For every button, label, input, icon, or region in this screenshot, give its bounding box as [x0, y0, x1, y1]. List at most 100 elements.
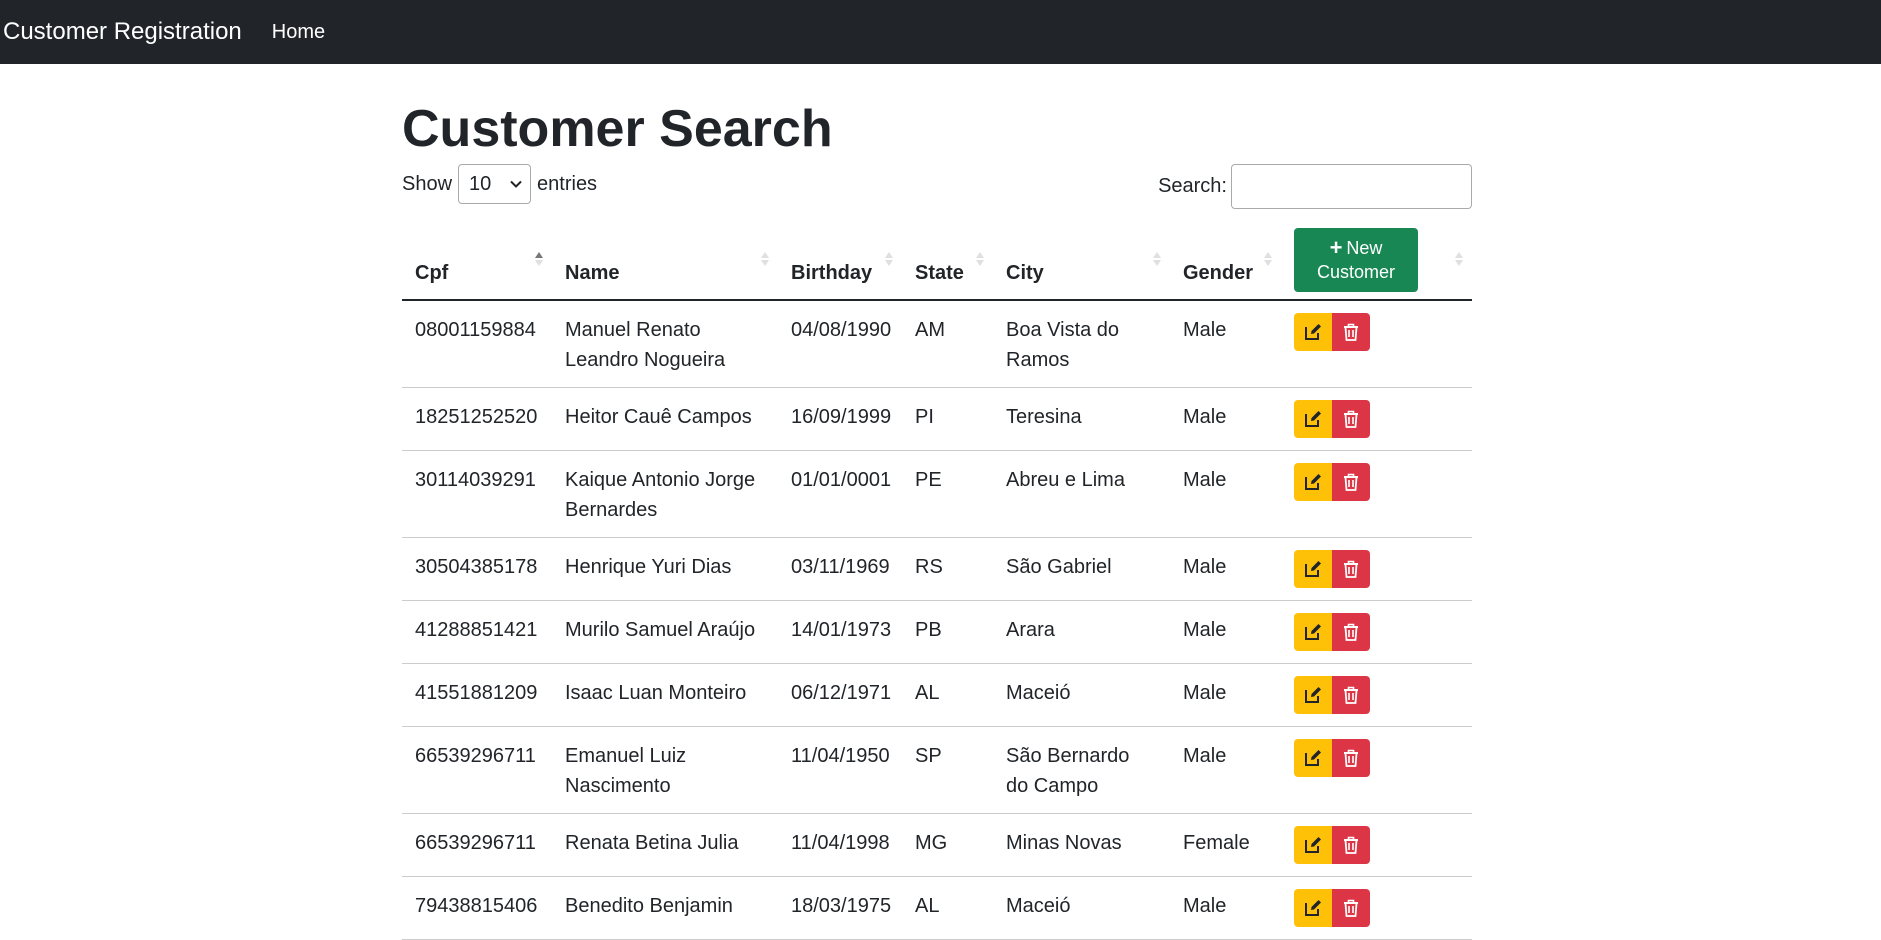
cell-birthday: 11/04/1950 — [778, 726, 902, 814]
delete-button[interactable] — [1332, 889, 1370, 927]
cell-city: Maceió — [993, 876, 1170, 940]
cell-gender: Female — [1170, 813, 1281, 877]
cell-actions — [1281, 663, 1472, 727]
column-header-cpf[interactable]: Cpf — [402, 221, 552, 301]
column-header-label: Gender — [1183, 262, 1254, 284]
sort-icon — [1455, 252, 1463, 266]
cell-gender: Male — [1170, 726, 1281, 814]
column-header-gender[interactable]: Gender — [1170, 221, 1281, 301]
edit-button[interactable] — [1294, 550, 1332, 588]
cell-birthday: 18/03/1975 — [778, 876, 902, 940]
cell-name: Kaique Antonio Jorge Bernardes — [552, 450, 778, 538]
cell-city: Abreu e Lima — [993, 450, 1170, 538]
delete-button[interactable] — [1332, 550, 1370, 588]
cell-actions — [1281, 813, 1472, 877]
table-row: 30504385178 Henrique Yuri Dias 03/11/196… — [402, 537, 1472, 601]
trash-icon — [1344, 836, 1358, 854]
edit-button[interactable] — [1294, 463, 1332, 501]
sort-icon — [1153, 252, 1161, 266]
cell-name: Manuel Renato Leandro Nogueira — [552, 300, 778, 388]
cell-state: MG — [902, 813, 993, 877]
table-row: 08001159884 Manuel Renato Leandro Noguei… — [402, 300, 1472, 388]
edit-button[interactable] — [1294, 826, 1332, 864]
new-customer-button[interactable]: + New Customer — [1294, 228, 1418, 292]
cell-name: Isaac Luan Monteiro — [552, 663, 778, 727]
entries-label: entries — [537, 172, 598, 195]
navbar-brand[interactable]: Customer Registration — [3, 18, 242, 46]
cell-city: Arara — [993, 600, 1170, 664]
cell-actions — [1281, 600, 1472, 664]
edit-button[interactable] — [1294, 400, 1332, 438]
entries-select[interactable]: 10 — [458, 164, 532, 204]
delete-button[interactable] — [1332, 826, 1370, 864]
delete-button[interactable] — [1332, 313, 1370, 351]
cell-cpf: 66539296711 — [402, 813, 552, 877]
trash-icon — [1344, 623, 1358, 641]
cell-name: Murilo Samuel Araújo — [552, 600, 778, 664]
cell-state: SP — [902, 726, 993, 814]
plus-icon: + — [1329, 235, 1343, 260]
show-label: Show — [402, 172, 453, 195]
edit-icon — [1305, 561, 1321, 577]
column-header-city[interactable]: City — [993, 221, 1170, 301]
cell-cpf: 18251252520 — [402, 387, 552, 451]
cell-state: PB — [902, 600, 993, 664]
edit-button[interactable] — [1294, 313, 1332, 351]
cell-cpf: 30114039291 — [402, 450, 552, 538]
cell-gender: Male — [1170, 876, 1281, 940]
cell-gender: Male — [1170, 663, 1281, 727]
cell-city: Maceió — [993, 663, 1170, 727]
column-header-label: Cpf — [415, 262, 449, 284]
search-label: Search: — [1158, 175, 1227, 197]
cell-gender: Male — [1170, 600, 1281, 664]
cell-state: AM — [902, 300, 993, 388]
cell-name: Renata Betina Julia — [552, 813, 778, 877]
cell-birthday: 11/04/1998 — [778, 813, 902, 877]
cell-gender: Male — [1170, 387, 1281, 451]
cell-city: Minas Novas — [993, 813, 1170, 877]
table-row: 66539296711 Renata Betina Julia 11/04/19… — [402, 813, 1472, 877]
column-header-state[interactable]: State — [902, 221, 993, 301]
sort-icon — [976, 252, 984, 266]
edit-icon — [1305, 687, 1321, 703]
edit-button[interactable] — [1294, 613, 1332, 651]
cell-actions — [1281, 450, 1472, 538]
edit-button[interactable] — [1294, 676, 1332, 714]
cell-birthday: 14/01/1973 — [778, 600, 902, 664]
cell-city: Boa Vista do Ramos — [993, 300, 1170, 388]
entries-length-control: Show 10 entries — [402, 164, 597, 204]
delete-button[interactable] — [1332, 739, 1370, 777]
cell-state: AL — [902, 663, 993, 727]
column-header-birthday[interactable]: Birthday — [778, 221, 902, 301]
cell-cpf: 41551881209 — [402, 663, 552, 727]
cell-actions — [1281, 300, 1472, 388]
delete-button[interactable] — [1332, 463, 1370, 501]
sort-asc-icon — [535, 252, 543, 266]
cell-birthday: 06/12/1971 — [778, 663, 902, 727]
edit-button[interactable] — [1294, 889, 1332, 927]
customer-table: Cpf Name Birthday State City Gender + Ne… — [402, 221, 1472, 940]
cell-name: Benedito Benjamin — [552, 876, 778, 940]
sort-icon — [1264, 252, 1272, 266]
table-row: 79438815406 Benedito Benjamin 18/03/1975… — [402, 876, 1472, 940]
cell-city: São Bernardo do Campo — [993, 726, 1170, 814]
delete-button[interactable] — [1332, 613, 1370, 651]
delete-button[interactable] — [1332, 400, 1370, 438]
cell-actions — [1281, 387, 1472, 451]
delete-button[interactable] — [1332, 676, 1370, 714]
search-input[interactable] — [1231, 164, 1472, 209]
trash-icon — [1344, 410, 1358, 428]
edit-button[interactable] — [1294, 739, 1332, 777]
nav-link-home[interactable]: Home — [272, 21, 325, 44]
table-row: 66539296711 Emanuel Luiz Nascimento 11/0… — [402, 726, 1472, 814]
trash-icon — [1344, 899, 1358, 917]
table-body: 08001159884 Manuel Renato Leandro Noguei… — [402, 300, 1472, 940]
cell-state: RS — [902, 537, 993, 601]
cell-birthday: 16/09/1999 — [778, 387, 902, 451]
cell-gender: Male — [1170, 300, 1281, 388]
table-header-row: Cpf Name Birthday State City Gender + Ne… — [402, 221, 1472, 301]
edit-icon — [1305, 900, 1321, 916]
edit-icon — [1305, 474, 1321, 490]
cell-cpf: 66539296711 — [402, 726, 552, 814]
column-header-name[interactable]: Name — [552, 221, 778, 301]
